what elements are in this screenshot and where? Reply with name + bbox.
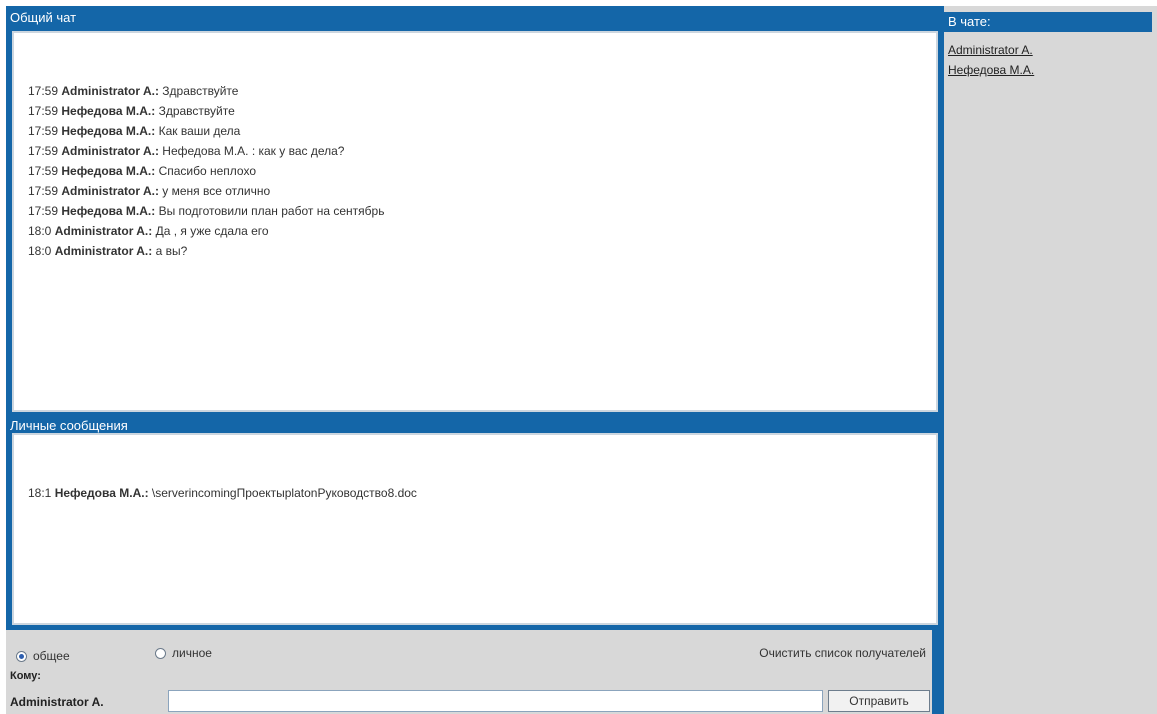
- message-time: 17:59: [28, 84, 59, 98]
- message-time: 17:59: [28, 204, 59, 218]
- radio-private[interactable]: личное: [154, 646, 212, 660]
- message-time: 17:59: [28, 184, 59, 198]
- private-message-list: 18:1 Нефедова М.А.: \serverincomingПроек…: [14, 435, 936, 503]
- composer-panel: общее личное Очистить список получателей…: [6, 630, 932, 714]
- public-chat-log[interactable]: 17:59 Administrator A.: Здравствуйте 17:…: [12, 31, 938, 412]
- radio-general-label: общее: [33, 649, 70, 663]
- radio-unselected-icon: [154, 647, 166, 659]
- clear-recipients-link[interactable]: Очистить список получателей: [759, 646, 926, 660]
- chat-message: 17:59 Administrator A.: Здравствуйте: [28, 81, 936, 101]
- message-text: у меня все отлично: [162, 184, 271, 198]
- to-label: Кому:: [10, 670, 41, 682]
- message-time: 18:1: [28, 486, 52, 500]
- chat-message: 17:59 Administrator A.: у меня все отлич…: [28, 181, 936, 201]
- chat-message: 17:59 Нефедова М.А.: Вы подготовили план…: [28, 201, 936, 221]
- radio-selected-icon: [16, 650, 27, 662]
- chat-message: 18:0 Administrator A.: а вы?: [28, 241, 936, 261]
- message-author: Нефедова М.А.:: [61, 104, 156, 118]
- message-time: 17:59: [28, 124, 59, 138]
- online-users-title: В чате:: [944, 12, 1152, 32]
- message-text: а вы?: [155, 244, 188, 258]
- chat-frame: Общий чат 17:59 Administrator A.: Здравс…: [6, 6, 944, 714]
- chat-message: 17:59 Administrator A.: Нефедова М.А. : …: [28, 141, 936, 161]
- radio-general[interactable]: общее: [16, 649, 70, 663]
- message-text: Здравствуйте: [158, 104, 235, 118]
- message-time: 18:0: [28, 224, 52, 238]
- recipient-name: Administrator A.: [10, 695, 104, 709]
- message-author: Administrator A.:: [54, 224, 153, 238]
- chat-message: 18:0 Administrator A.: Да , я уже сдала …: [28, 221, 936, 241]
- radio-private-label: личное: [171, 646, 212, 660]
- message-text: Да , я уже сдала его: [155, 224, 269, 238]
- send-button[interactable]: Отправить: [828, 690, 930, 712]
- message-text: Вы подготовили план работ на сентябрь: [158, 204, 385, 218]
- message-author: Нефедова М.А.:: [61, 204, 156, 218]
- message-author: Administrator A.:: [54, 244, 153, 258]
- message-time: 17:59: [28, 164, 59, 178]
- message-text: Как ваши дела: [158, 124, 241, 138]
- message-time: 17:59: [28, 104, 59, 118]
- chat-message: 17:59 Нефедова М.А.: Спасибо неплохо: [28, 161, 936, 181]
- message-text: Спасибо неплохо: [158, 164, 257, 178]
- message-text: Нефедова М.А. : как у вас дела?: [162, 144, 345, 158]
- chat-message: 17:59 Нефедова М.А.: Здравствуйте: [28, 101, 936, 121]
- message-author: Administrator A.:: [61, 184, 159, 198]
- private-chat-log[interactable]: 18:1 Нефедова М.А.: \serverincomingПроек…: [12, 433, 938, 625]
- message-input[interactable]: [168, 690, 823, 712]
- public-chat-title: Общий чат: [10, 10, 77, 25]
- message-text: Здравствуйте: [162, 84, 239, 98]
- message-text: \serverincomingПроектыplatonРуководство8…: [151, 486, 417, 500]
- online-user[interactable]: Administrator A.: [948, 40, 1034, 60]
- message-author: Нефедова М.А.:: [61, 164, 156, 178]
- public-message-list: 17:59 Administrator A.: Здравствуйте 17:…: [14, 33, 936, 261]
- chat-message: 17:59 Нефедова М.А.: Как ваши дела: [28, 121, 936, 141]
- message-author: Administrator A.:: [61, 84, 159, 98]
- message-author: Нефедова М.А.:: [54, 486, 149, 500]
- message-time: 18:0: [28, 244, 52, 258]
- online-user[interactable]: Нефедова М.А.: [948, 60, 1034, 80]
- mode-selector: общее личное: [16, 646, 212, 663]
- message-time: 17:59: [28, 144, 59, 158]
- online-user-list: Administrator A. Нефедова М.А.: [948, 40, 1034, 80]
- message-author: Administrator A.:: [61, 144, 159, 158]
- online-users-panel: В чате: Administrator A. Нефедова М.А.: [944, 6, 1157, 714]
- chat-message: 18:1 Нефедова М.А.: \serverincomingПроек…: [28, 483, 936, 503]
- message-author: Нефедова М.А.:: [61, 124, 156, 138]
